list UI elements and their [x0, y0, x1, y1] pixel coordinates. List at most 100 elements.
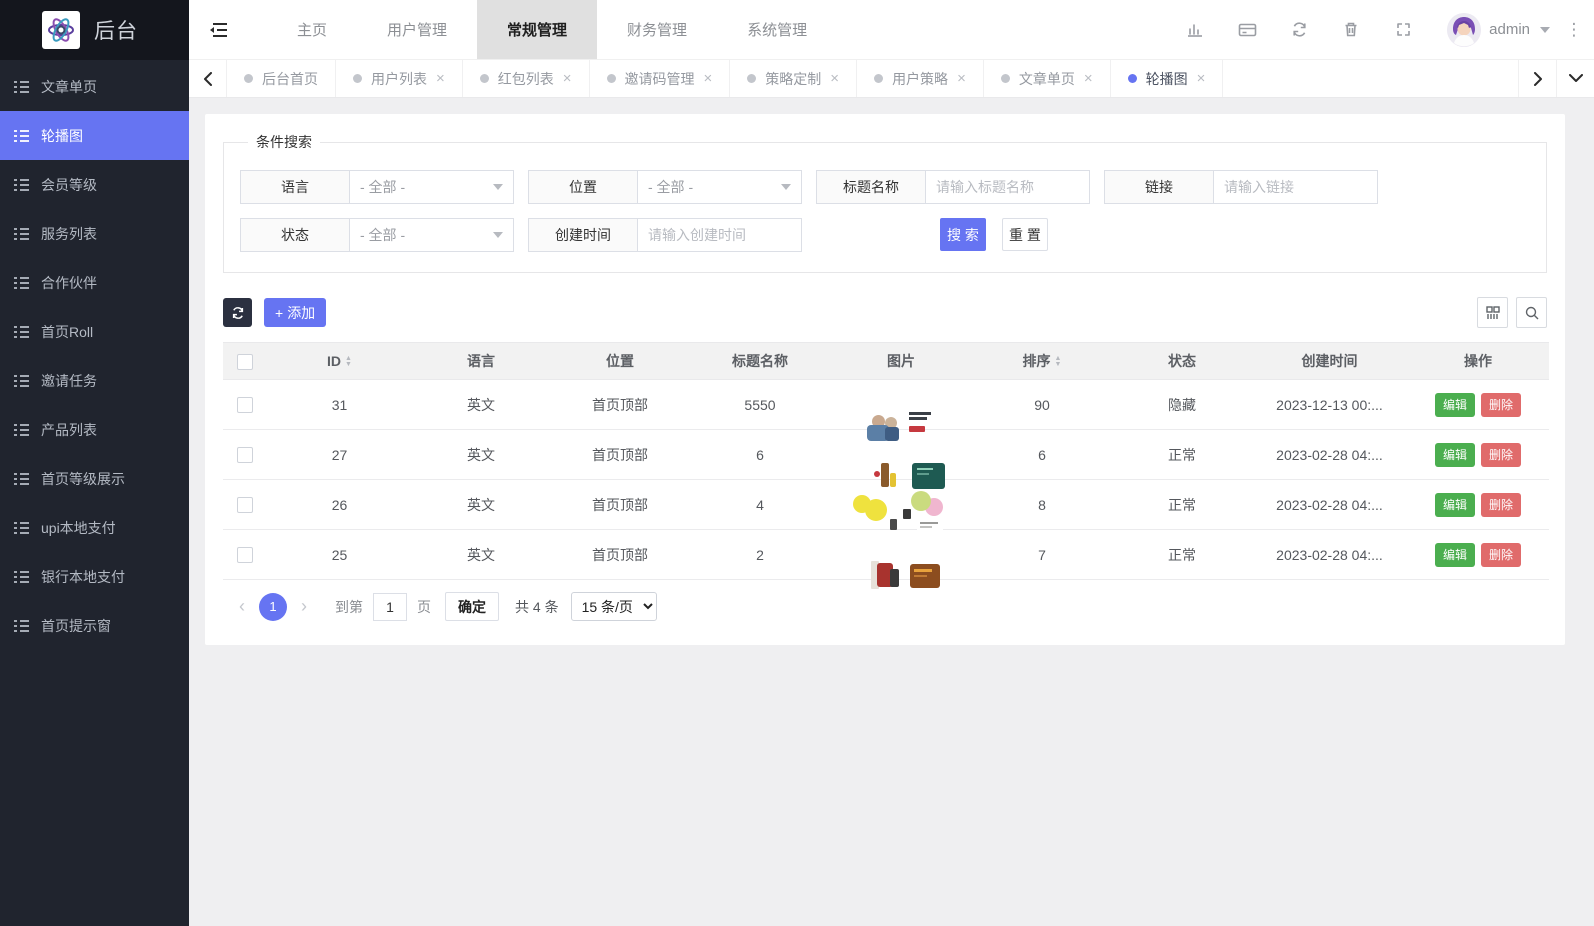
tab-invite-code[interactable]: 邀请码管理 × — [590, 60, 731, 97]
edit-button[interactable]: 编辑 — [1435, 493, 1475, 517]
sidebar-item-partners[interactable]: 合作伙伴 — [0, 258, 189, 307]
edit-button[interactable]: 编辑 — [1435, 443, 1475, 467]
topbar: 主页 用户管理 常规管理 财务管理 系统管理 — [189, 0, 1594, 60]
trash-icon[interactable] — [1325, 0, 1377, 59]
topnav-label: 用户管理 — [387, 19, 447, 40]
toggle-search-icon[interactable] — [1516, 297, 1547, 328]
title-filter: 标题名称 — [816, 170, 1090, 204]
close-tab-icon[interactable]: × — [1197, 71, 1206, 86]
sidebar-item-product-list[interactable]: 产品列表 — [0, 405, 189, 454]
topnav-finance-management[interactable]: 财务管理 — [597, 0, 717, 59]
confirm-page-button[interactable]: 确定 — [445, 592, 499, 621]
refresh-icon[interactable] — [1273, 0, 1325, 59]
title-input[interactable] — [936, 171, 1079, 203]
row-checkbox[interactable] — [237, 547, 253, 563]
fullscreen-icon[interactable] — [1377, 0, 1429, 59]
cell-sort: 90 — [972, 380, 1112, 430]
card-icon[interactable] — [1221, 0, 1273, 59]
goto-label: 到第 — [335, 597, 363, 617]
row-checkbox[interactable] — [237, 447, 253, 463]
user-name: admin — [1489, 21, 1530, 38]
next-page-icon[interactable]: › — [289, 596, 319, 617]
edit-button[interactable]: 编辑 — [1435, 543, 1475, 567]
table-row: 25 英文 首页顶部 2 7 正常 2023-02-28 04:... 编辑删除 — [223, 530, 1549, 580]
tab-article-page[interactable]: 文章单页× — [984, 60, 1111, 97]
sidebar-item-label: 首页等级展示 — [41, 469, 125, 489]
column-settings-icon[interactable] — [1477, 297, 1508, 328]
delete-button[interactable]: 删除 — [1481, 543, 1521, 567]
tab-user-list[interactable]: 用户列表× — [336, 60, 463, 97]
close-tab-icon[interactable]: × — [436, 71, 445, 86]
close-tab-icon[interactable]: × — [704, 71, 713, 86]
sidebar-item-upi-payment[interactable]: upi本地支付 — [0, 503, 189, 552]
edit-button[interactable]: 编辑 — [1435, 393, 1475, 417]
reset-button[interactable]: 重 置 — [1002, 218, 1048, 251]
atom-logo-icon — [42, 11, 80, 49]
sidebar-nav: 文章单页 轮播图 会员等级 服务列表 合作伙伴 首页Roll 邀请任务 产品列表… — [0, 60, 189, 926]
language-select[interactable]: - 全部 - — [349, 170, 514, 204]
prev-page-icon[interactable]: ‹ — [227, 596, 257, 617]
page-number-button[interactable]: 1 — [259, 593, 287, 621]
tab-user-strategy[interactable]: 用户策略× — [857, 60, 984, 97]
list-icon — [14, 522, 29, 534]
delete-button[interactable]: 删除 — [1481, 443, 1521, 467]
sidebar: 后台 文章单页 轮播图 会员等级 服务列表 合作伙伴 首页Roll 邀请任务 产… — [0, 0, 189, 926]
link-input[interactable] — [1224, 171, 1367, 203]
more-vertical-icon[interactable]: ⋮ — [1560, 20, 1588, 40]
add-button[interactable]: +添加 — [264, 298, 326, 327]
select-all-checkbox[interactable] — [237, 354, 253, 370]
tabbar: 后台首页 用户列表× 红包列表× 邀请码管理 × 策略定制× 用户策略× 文章单页… — [189, 60, 1594, 98]
cell-position: 首页顶部 — [550, 530, 690, 580]
page-size-select[interactable]: 15 条/页 — [571, 592, 657, 621]
tab-redpacket-list[interactable]: 红包列表× — [463, 60, 590, 97]
col-label: ID — [327, 353, 341, 369]
language-filter: 语言 - 全部 - — [240, 170, 514, 204]
delete-button[interactable]: 删除 — [1481, 393, 1521, 417]
sort-icon[interactable]: ▲▼ — [345, 356, 352, 368]
table-toolbar: +添加 — [223, 297, 1547, 328]
chart-icon[interactable] — [1169, 0, 1221, 59]
close-tab-icon[interactable]: × — [957, 71, 966, 86]
sidebar-item-home-roll[interactable]: 首页Roll — [0, 307, 189, 356]
top-navigation: 主页 用户管理 常规管理 财务管理 系统管理 — [267, 0, 837, 59]
tab-carousel[interactable]: 轮播图× — [1111, 60, 1224, 97]
close-tab-icon[interactable]: × — [1084, 71, 1093, 86]
sidebar-item-article-page[interactable]: 文章单页 — [0, 62, 189, 111]
topnav-home[interactable]: 主页 — [267, 0, 357, 59]
created-filter: 创建时间 — [528, 218, 802, 252]
created-input[interactable] — [648, 219, 791, 251]
tab-label: 邀请码管理 — [625, 69, 695, 89]
sidebar-item-bank-payment[interactable]: 银行本地支付 — [0, 552, 189, 601]
close-tab-icon[interactable]: × — [563, 71, 572, 86]
row-checkbox[interactable] — [237, 497, 253, 513]
tab-strategy-custom[interactable]: 策略定制× — [730, 60, 857, 97]
topnav-system-management[interactable]: 系统管理 — [717, 0, 837, 59]
sidebar-item-carousel[interactable]: 轮播图 — [0, 111, 189, 160]
sidebar-item-service-list[interactable]: 服务列表 — [0, 209, 189, 258]
close-tab-icon[interactable]: × — [830, 71, 839, 86]
position-select[interactable]: - 全部 - — [637, 170, 802, 204]
tabs-scroll-right-icon[interactable] — [1518, 60, 1556, 97]
tab-dashboard[interactable]: 后台首页 — [227, 60, 336, 97]
search-button[interactable]: 搜 索 — [940, 218, 986, 251]
refresh-table-button[interactable] — [223, 298, 252, 327]
topnav-user-management[interactable]: 用户管理 — [357, 0, 477, 59]
tabs-scroll-left-icon[interactable] — [189, 60, 227, 97]
collapse-sidebar-icon[interactable] — [189, 0, 249, 59]
cell-title: 5550 — [690, 380, 830, 430]
tabs-menu-icon[interactable] — [1556, 60, 1594, 97]
sidebar-item-home-level-display[interactable]: 首页等级展示 — [0, 454, 189, 503]
sort-icon[interactable]: ▲▼ — [1055, 356, 1062, 368]
cell-created: 2023-02-28 04:... — [1252, 430, 1407, 480]
list-icon — [14, 326, 29, 338]
sidebar-item-member-level[interactable]: 会员等级 — [0, 160, 189, 209]
row-checkbox[interactable] — [237, 397, 253, 413]
user-menu[interactable]: admin — [1429, 13, 1560, 47]
filter-row: 语言 - 全部 - 位置 - 全部 - 标题名称 链接 — [240, 170, 1530, 204]
sidebar-item-invite-task[interactable]: 邀请任务 — [0, 356, 189, 405]
topnav-general-management[interactable]: 常规管理 — [477, 0, 597, 59]
page-input[interactable] — [373, 593, 407, 621]
sidebar-item-home-popup[interactable]: 首页提示窗 — [0, 601, 189, 650]
status-select[interactable]: - 全部 - — [349, 218, 514, 252]
delete-button[interactable]: 删除 — [1481, 493, 1521, 517]
